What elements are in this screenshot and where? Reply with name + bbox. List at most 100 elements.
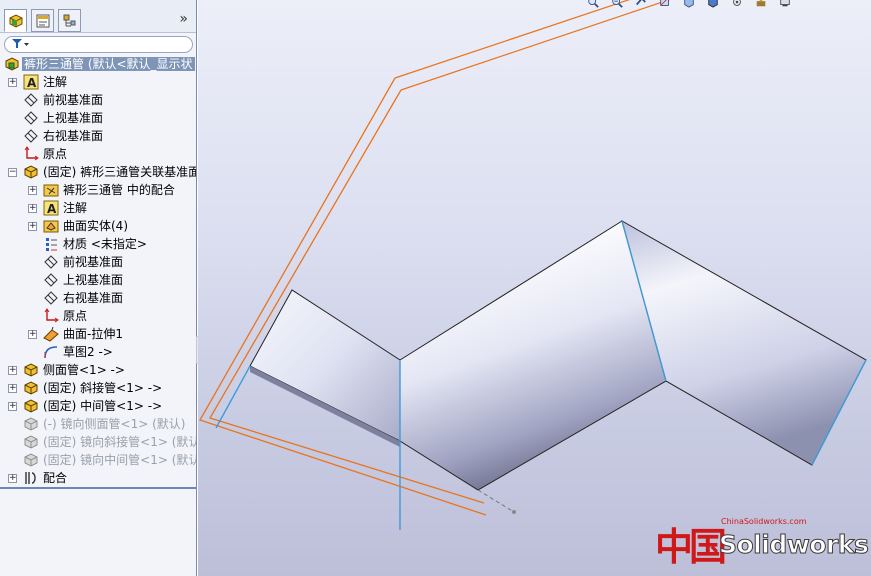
expand-icon[interactable]: +	[8, 366, 17, 375]
tree-item[interactable]: 前视基准面	[0, 91, 196, 109]
origin-icon	[43, 308, 59, 324]
material-icon	[43, 236, 59, 252]
plane-icon	[43, 254, 59, 270]
tree-item-label: 曲面-拉伸1	[63, 327, 123, 341]
expand-icon[interactable]: +	[8, 474, 17, 483]
propertymanager-tab[interactable]	[31, 9, 54, 32]
tree-item-label: 上视基准面	[43, 111, 104, 125]
tree-item-label: 前视基准面	[43, 93, 104, 107]
collapse-icon[interactable]: −	[8, 168, 17, 177]
part-icon	[23, 362, 39, 378]
tree-item-label: (固定) 斜接管<1> ->	[43, 381, 163, 395]
tree-item[interactable]: 裤形三通管 (默认<默认_显示状	[0, 55, 196, 73]
tree-item[interactable]: 右视基准面	[0, 289, 196, 307]
part-icon	[23, 398, 39, 414]
tree-item[interactable]: + (固定) 斜接管<1> ->	[0, 379, 196, 397]
tree-divider	[0, 487, 196, 489]
tree-item-label: (固定) 中间管<1> ->	[43, 399, 163, 413]
side-pipe-surface[interactable]	[249, 289, 401, 442]
property-manager-icon	[36, 14, 50, 28]
display-settings-icon[interactable]	[778, 0, 792, 8]
tree-item[interactable]: 材质 <未指定>	[0, 235, 196, 253]
mirror-part-icon	[23, 434, 39, 450]
section-view-icon[interactable]	[658, 0, 672, 8]
tree-item[interactable]: + (固定) 中间管<1> ->	[0, 397, 196, 415]
tree-item[interactable]: + 裤形三通管 中的配合	[0, 181, 196, 199]
feature-tree-icon	[9, 14, 23, 28]
expand-icon[interactable]: +	[8, 384, 17, 393]
tree-item-label: 注解	[63, 201, 88, 215]
graphics-viewport[interactable]: ChinaSolidworks.com 中国 Solidworks	[198, 0, 871, 576]
configuration-manager-icon	[63, 14, 76, 27]
watermark-brand: Solidworks	[718, 530, 869, 560]
feature-manager-panel: » 裤形三通管 (默认<默认_显示状 + A 注解 前视基准面 上视基准面 右视基准面 原点 −…	[0, 0, 197, 576]
configurationmanager-tab[interactable]	[58, 9, 81, 32]
tree-item[interactable]: + 曲面实体(4)	[0, 217, 196, 235]
model-view[interactable]	[198, 0, 871, 576]
surface-extrude-icon	[43, 326, 59, 342]
plane-icon	[23, 110, 39, 126]
tree-item[interactable]: + 曲面-拉伸1	[0, 325, 196, 343]
plane-icon	[43, 272, 59, 288]
sketch-icon	[43, 344, 59, 360]
tree-item-label: 右视基准面	[63, 291, 124, 305]
tree-item[interactable]: 右视基准面	[0, 127, 196, 145]
tree-item[interactable]: 原点	[0, 145, 196, 163]
tree-item-label: 上视基准面	[63, 273, 124, 287]
watermark-url: ChinaSolidworks.com	[721, 517, 807, 526]
tree-item[interactable]: 前视基准面	[0, 253, 196, 271]
part-icon	[23, 380, 39, 396]
panel-tabs: »	[0, 0, 196, 33]
hide-show-icon[interactable]	[730, 0, 744, 8]
expand-icon[interactable]: +	[28, 204, 37, 213]
view-orientation-icon[interactable]	[682, 0, 696, 8]
tree-item[interactable]: 上视基准面	[0, 109, 196, 127]
tree-item[interactable]: 草图2 ->	[0, 343, 196, 361]
expand-icon[interactable]: +	[8, 78, 17, 87]
tree-item-label: 原点	[43, 147, 68, 161]
display-style-icon[interactable]	[706, 0, 720, 8]
tree-item-label: (固定) 裤形三通管关联基准面	[43, 165, 196, 179]
previous-view-icon[interactable]	[634, 0, 648, 8]
tree-item[interactable]: (-) 镜向侧面管<1> (默认)	[0, 415, 196, 433]
svg-text:A: A	[27, 76, 37, 90]
tree-item-label: 裤形三通管 中的配合	[63, 183, 175, 197]
zoom-to-fit-icon[interactable]	[586, 0, 600, 8]
watermark-chinese: 中国	[655, 524, 727, 569]
mirror-part-icon	[23, 452, 39, 468]
expand-icon[interactable]: +	[8, 402, 17, 411]
tree-item-label: (固定) 镜向中间管<1> (默认)	[43, 453, 196, 467]
featuremanager-tab[interactable]	[4, 9, 27, 32]
tree-item[interactable]: (固定) 镜向中间管<1> (默认)	[0, 451, 196, 469]
tree-item[interactable]: + 侧面管<1> ->	[0, 361, 196, 379]
tree-item-label: 草图2 ->	[63, 345, 113, 359]
tree-item[interactable]: 原点	[0, 307, 196, 325]
tree-item[interactable]: (固定) 镜向斜接管<1> (默认)	[0, 433, 196, 451]
expand-icon[interactable]: +	[28, 222, 37, 231]
tree-item[interactable]: − (固定) 裤形三通管关联基准面	[0, 163, 196, 181]
feature-filter-input[interactable]	[4, 36, 193, 53]
surface-bodies-icon	[43, 218, 59, 234]
reference-plane-edge-top	[394, 0, 671, 91]
tree-item[interactable]: + A 注解	[0, 73, 196, 91]
annotation-icon: A	[43, 200, 59, 216]
tree-item[interactable]: 上视基准面	[0, 271, 196, 289]
tree-item-label: 注解	[43, 75, 68, 89]
tree-item[interactable]: + A 注解	[0, 199, 196, 217]
mates-icon	[23, 470, 39, 486]
zoom-area-icon[interactable]	[610, 0, 624, 8]
tree-item[interactable]: + 配合	[0, 469, 196, 487]
tree-item-label: 裤形三通管 (默认<默认_显示状	[22, 57, 195, 71]
mitered-pipe-surface[interactable]	[621, 219, 867, 466]
collapse-panel-icon[interactable]: »	[179, 11, 188, 27]
sketch-line	[477, 489, 515, 513]
sketch-point	[512, 510, 516, 514]
scene-icon[interactable]	[754, 0, 768, 8]
tree-item-label: (-) 镜向侧面管<1> (默认)	[43, 417, 186, 431]
middle-pipe-surface[interactable]	[399, 220, 667, 491]
expand-icon[interactable]: +	[28, 330, 37, 339]
plane-icon	[23, 128, 39, 144]
annotation-icon: A	[23, 74, 39, 90]
plane-icon	[23, 92, 39, 108]
expand-icon[interactable]: +	[28, 186, 37, 195]
